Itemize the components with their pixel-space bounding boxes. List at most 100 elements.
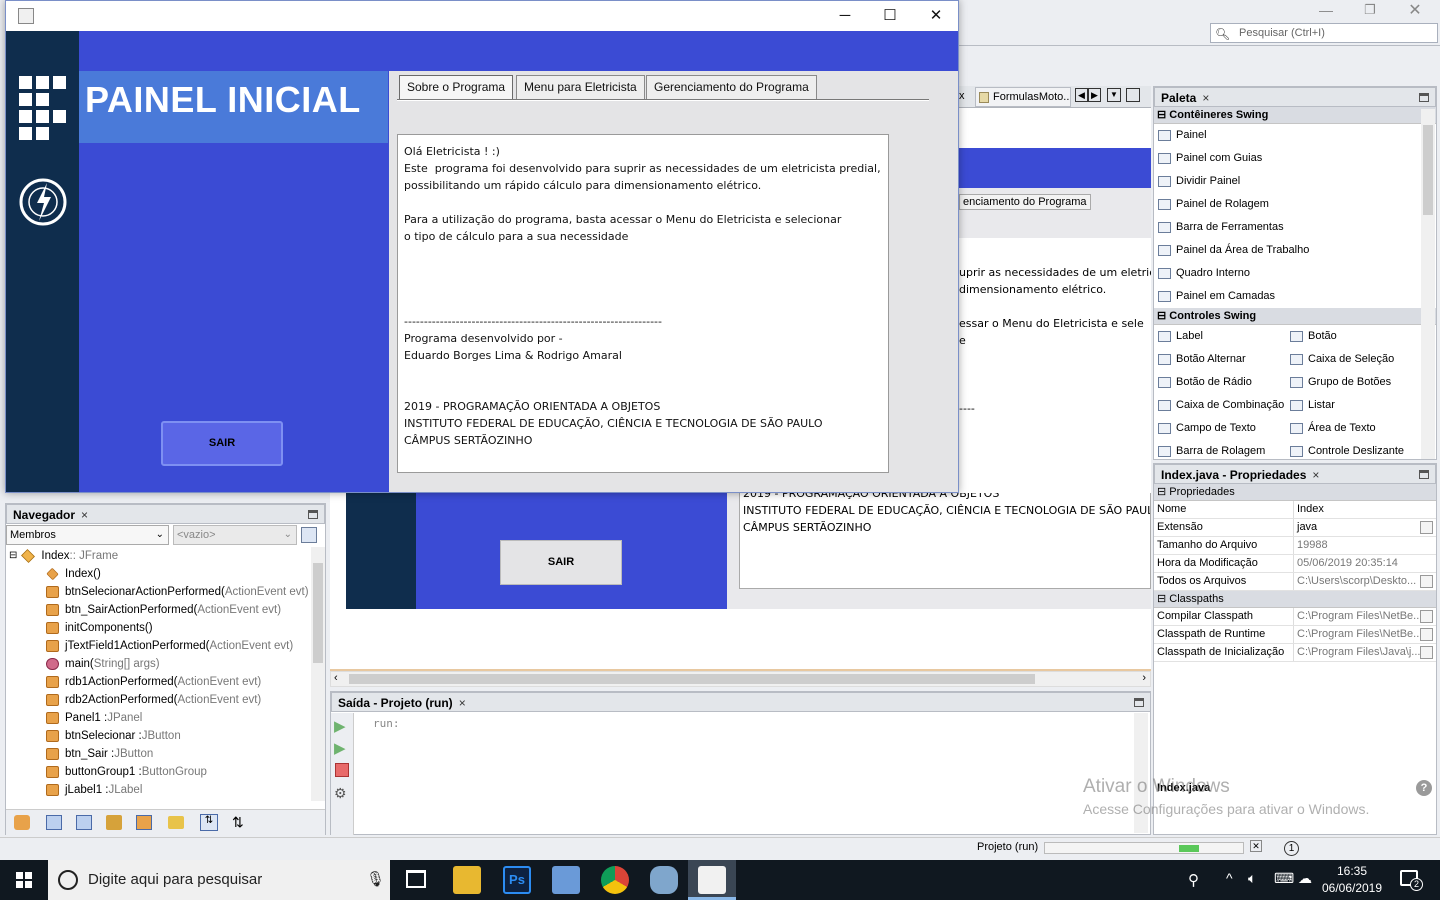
tree-item[interactable]: btn_Sair : JButton: [6, 745, 311, 763]
virtualbox-icon[interactable]: [552, 866, 580, 894]
navigator-options-icon[interactable]: [301, 527, 317, 543]
property-value[interactable]: Index: [1294, 501, 1436, 518]
palette-item[interactable]: Caixa de Combinação: [1154, 394, 1286, 417]
close-icon[interactable]: ×: [81, 508, 88, 522]
inherited-icon[interactable]: [136, 815, 152, 830]
palette-item[interactable]: Dividir Painel: [1154, 170, 1436, 193]
palette-item[interactable]: Painel em Camadas: [1154, 285, 1436, 308]
sair-button[interactable]: SAIR: [161, 421, 283, 466]
palette-item[interactable]: Botão: [1286, 325, 1418, 348]
scroll-left-icon[interactable]: ‹: [334, 672, 338, 684]
stop-icon[interactable]: [335, 763, 349, 777]
palette-item[interactable]: Painel com Guias: [1154, 147, 1436, 170]
palette-item[interactable]: Quadro Interno: [1154, 262, 1436, 285]
editor-hscrollbar[interactable]: ‹ ›: [330, 671, 1151, 687]
tree-item[interactable]: btn_SairActionPerformed(ActionEvent evt): [6, 601, 311, 619]
palette-vscrollbar[interactable]: [1421, 109, 1435, 459]
sort-source-icon[interactable]: ⇅: [232, 814, 244, 831]
ide-search-field[interactable]: 🔍︎ Pesquisar (Ctrl+I): [1210, 23, 1438, 43]
ellipsis-button[interactable]: [1420, 646, 1433, 659]
property-row[interactable]: Todos os Arquivos C:\Users\scorp\Deskto..…: [1154, 573, 1436, 591]
tree-item[interactable]: btnSelecionarActionPerformed(ActionEvent…: [6, 583, 311, 601]
tree-item[interactable]: Panel1 : JPanel: [6, 709, 311, 727]
palette-item[interactable]: Label: [1154, 325, 1286, 348]
ide-restore-button[interactable]: ❐: [1360, 2, 1380, 20]
filter-static-icon[interactable]: [46, 815, 62, 830]
properties-section[interactable]: ⊟ Propriedades: [1154, 484, 1436, 501]
tree-root[interactable]: ⊟ Index :: JFrame: [6, 547, 311, 565]
tree-item[interactable]: Index(): [6, 565, 311, 583]
minimize-button[interactable]: ─: [822, 1, 868, 31]
palette-item[interactable]: Painel: [1154, 124, 1436, 147]
classpaths-section[interactable]: ⊟ Classpaths: [1154, 591, 1436, 608]
palette-item[interactable]: Painel de Rolagem: [1154, 193, 1436, 216]
tree-item[interactable]: initComponents(): [6, 619, 311, 637]
maximize-button[interactable]: ☐: [867, 1, 913, 31]
palette-item[interactable]: Controle Deslizante: [1286, 440, 1418, 463]
ide-minimize-button[interactable]: —: [1316, 2, 1336, 20]
minimize-icon[interactable]: [1419, 93, 1429, 102]
palette-item[interactable]: Barra de Ferramentas: [1154, 216, 1436, 239]
cancel-progress-icon[interactable]: ✕: [1250, 840, 1262, 852]
property-value[interactable]: 19988: [1294, 537, 1436, 554]
palette-section-controls[interactable]: ⊟ Controles Swing: [1154, 308, 1436, 325]
postgresql-icon[interactable]: [650, 866, 678, 894]
property-value[interactable]: java: [1294, 519, 1420, 536]
lock-icon[interactable]: [106, 815, 122, 830]
help-icon[interactable]: ?: [1416, 780, 1432, 796]
tab-gerenciamento[interactable]: Gerenciamento do Programa: [646, 75, 817, 99]
clock[interactable]: 16:35 06/06/2019: [1320, 863, 1384, 897]
tree-item[interactable]: jLabel1 : JLabel: [6, 781, 311, 799]
status-project[interactable]: Projeto (run): [977, 841, 1038, 853]
palette-section-containers[interactable]: ⊟ Contêineres Swing: [1154, 107, 1436, 124]
chrome-icon[interactable]: [601, 866, 629, 894]
palette-item[interactable]: Barra de Rolagem: [1154, 440, 1286, 463]
tree-item[interactable]: jTextField1ActionPerformed(ActionEvent e…: [6, 637, 311, 655]
ellipsis-button[interactable]: [1420, 628, 1433, 641]
ide-close-button[interactable]: ✕: [1405, 0, 1425, 20]
start-button[interactable]: [0, 860, 48, 900]
scroll-right-icon[interactable]: ›: [1142, 672, 1146, 684]
about-text-area[interactable]: Olá Eletricista ! :) Este programa foi d…: [397, 134, 889, 473]
tab-menu-eletricista[interactable]: Menu para Eletricista: [516, 75, 645, 99]
palette-item[interactable]: Listar: [1286, 394, 1418, 417]
taskbar-search[interactable]: Digite aqui para pesquisar 🎙︎: [48, 860, 390, 900]
app-titlebar[interactable]: ─ ☐ ✕: [6, 1, 958, 31]
property-row[interactable]: Hora da Modificação 05/06/2019 20:35:14: [1154, 555, 1436, 573]
palette-item[interactable]: Grupo de Botões: [1286, 371, 1418, 394]
filter-nonpublic-icon[interactable]: [76, 815, 92, 830]
minimize-icon[interactable]: [1419, 470, 1429, 479]
property-value[interactable]: C:\Program Files\Java\j...: [1294, 644, 1420, 661]
tab-sobre[interactable]: Sobre o Programa: [399, 75, 514, 99]
close-icon[interactable]: ×: [459, 696, 466, 710]
filter-fields-icon[interactable]: [14, 815, 30, 830]
tab-maximize-button[interactable]: [1126, 88, 1140, 102]
tree-item[interactable]: main(String[] args): [6, 655, 311, 673]
tree-item[interactable]: btnSelecionar : JButton: [6, 727, 311, 745]
microphone-icon[interactable]: 🎙︎: [366, 860, 385, 900]
property-row[interactable]: Compilar Classpath C:\Program Files\NetBe…: [1154, 608, 1436, 626]
minimize-icon[interactable]: [308, 510, 318, 519]
volume-icon[interactable]: 🔈︎: [1248, 870, 1256, 887]
property-row[interactable]: Extensão java: [1154, 519, 1436, 537]
people-icon[interactable]: ⚲: [1188, 871, 1199, 889]
palette-item[interactable]: Campo de Texto: [1154, 417, 1286, 440]
members-combo[interactable]: Membros ⌄: [6, 525, 169, 545]
editor-tab-close-icon[interactable]: x: [959, 90, 965, 102]
property-value[interactable]: C:\Users\scorp\Deskto...: [1294, 573, 1420, 590]
tree-item[interactable]: buttonGroup1 : ButtonGroup: [6, 763, 311, 781]
scroll-thumb[interactable]: [1423, 125, 1433, 215]
tree-item[interactable]: rdb2ActionPerformed(ActionEvent evt): [6, 691, 311, 709]
tab-list-button[interactable]: ▼: [1107, 88, 1121, 102]
folder-icon[interactable]: [168, 816, 184, 829]
property-row[interactable]: Nome Index: [1154, 501, 1436, 519]
chevron-up-icon[interactable]: ^: [1226, 870, 1233, 886]
scroll-thumb[interactable]: [349, 674, 1035, 684]
rerun-options-icon[interactable]: ▶: [334, 739, 346, 757]
tab-scroll-left-button[interactable]: ◀: [1075, 88, 1088, 102]
palette-item[interactable]: Painel da Área de Trabalho: [1154, 239, 1436, 262]
sort-name-icon[interactable]: ⇅: [200, 814, 218, 831]
property-value[interactable]: C:\Program Files\NetBe...: [1294, 626, 1420, 643]
palette-item[interactable]: Botão de Rádio: [1154, 371, 1286, 394]
property-row[interactable]: Tamanho do Arquivo 19988: [1154, 537, 1436, 555]
